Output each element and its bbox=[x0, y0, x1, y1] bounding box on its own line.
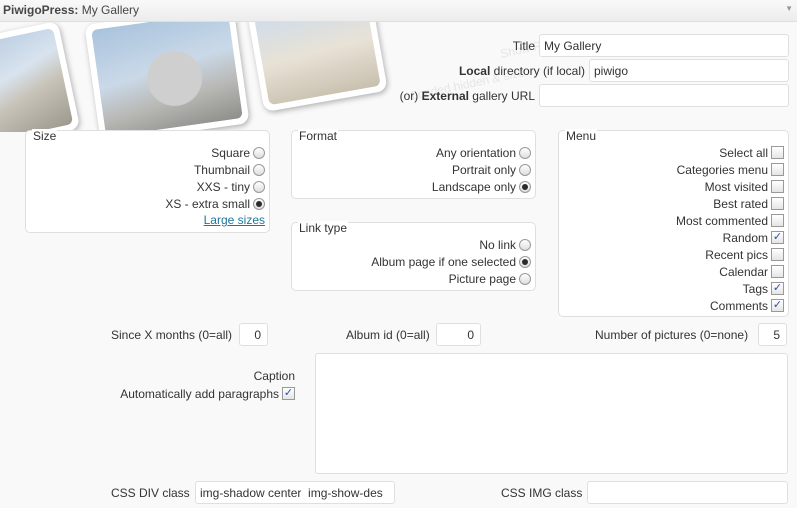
menu-fieldset: Menu Select all Categories menu Most vis… bbox=[558, 129, 789, 317]
menu-tags[interactable]: Tags ✓ bbox=[743, 280, 784, 297]
radio-button[interactable] bbox=[519, 146, 531, 159]
menu-most-commented[interactable]: Most commented bbox=[676, 212, 784, 229]
since-months-label: Since X months (0=all) bbox=[111, 328, 233, 342]
radio-button[interactable] bbox=[519, 238, 531, 251]
collapse-arrow-icon[interactable]: ▼ bbox=[785, 4, 793, 13]
format-option-portrait[interactable]: Portrait only bbox=[452, 161, 531, 178]
checkbox-checked[interactable]: ✓ bbox=[771, 299, 784, 312]
size-legend: Size bbox=[32, 129, 58, 143]
since-months-input[interactable] bbox=[239, 323, 268, 346]
local-directory-label: Local directory (if local) bbox=[458, 64, 585, 78]
css-img-class-label: CSS IMG class bbox=[501, 486, 583, 500]
menu-legend: Menu bbox=[565, 129, 598, 143]
external-url-input[interactable] bbox=[539, 84, 789, 107]
size-fieldset: Size Square Thumbnail XXS - tiny XS - ex… bbox=[25, 129, 270, 233]
link-option-album[interactable]: Album page if one selected bbox=[371, 253, 531, 270]
radio-button[interactable] bbox=[519, 272, 531, 285]
decor-photo-tower bbox=[84, 22, 250, 132]
format-option-any[interactable]: Any orientation bbox=[436, 144, 531, 161]
caption-label: Caption bbox=[253, 369, 295, 383]
external-url-label: (or) External gallery URL bbox=[399, 89, 535, 103]
checkbox[interactable] bbox=[771, 146, 784, 159]
local-directory-input[interactable] bbox=[589, 59, 789, 82]
menu-recent-pics[interactable]: Recent pics bbox=[705, 246, 784, 263]
size-option-xxs[interactable]: XXS - tiny bbox=[197, 178, 265, 195]
format-legend: Format bbox=[298, 129, 339, 143]
menu-random[interactable]: Random ✓ bbox=[723, 229, 784, 246]
large-sizes-link[interactable]: Large sizes bbox=[204, 213, 265, 227]
menu-most-visited[interactable]: Most visited bbox=[705, 178, 784, 195]
link-option-picture[interactable]: Picture page bbox=[449, 270, 531, 287]
widget-title: PiwigoPress: My Gallery bbox=[3, 3, 140, 17]
css-div-class-label: CSS DIV class bbox=[111, 486, 190, 500]
menu-select-all[interactable]: Select all bbox=[719, 144, 784, 161]
checkbox-checked[interactable]: ✓ bbox=[771, 231, 784, 244]
checkbox[interactable] bbox=[771, 248, 784, 261]
radio-button[interactable] bbox=[519, 163, 531, 176]
checkbox[interactable] bbox=[771, 265, 784, 278]
menu-calendar[interactable]: Calendar bbox=[719, 263, 784, 280]
link-type-legend: Link type bbox=[298, 221, 349, 235]
title-input[interactable] bbox=[539, 34, 789, 57]
checkbox[interactable] bbox=[771, 180, 784, 193]
radio-button-selected[interactable] bbox=[519, 255, 531, 268]
format-option-landscape[interactable]: Landscape only bbox=[432, 178, 531, 195]
album-id-input[interactable] bbox=[436, 323, 481, 346]
title-label: Title bbox=[512, 39, 535, 53]
checkbox[interactable] bbox=[771, 163, 784, 176]
link-option-none[interactable]: No link bbox=[479, 236, 531, 253]
auto-paragraphs-option[interactable]: Automatically add paragraphs ✓ bbox=[120, 385, 295, 402]
radio-button-selected[interactable] bbox=[253, 197, 265, 210]
format-fieldset: Format Any orientation Portrait only Lan… bbox=[291, 129, 536, 199]
caption-textarea[interactable] bbox=[315, 353, 788, 474]
decor-photo-buildings bbox=[247, 22, 388, 113]
checkbox-checked[interactable]: ✓ bbox=[771, 282, 784, 295]
radio-button-selected[interactable] bbox=[519, 180, 531, 193]
menu-categories[interactable]: Categories menu bbox=[677, 161, 784, 178]
number-of-pictures-input[interactable] bbox=[758, 323, 787, 346]
radio-button[interactable] bbox=[253, 146, 265, 159]
link-type-fieldset: Link type No link Album page if one sele… bbox=[291, 221, 536, 291]
album-id-label: Album id (0=all) bbox=[346, 328, 430, 342]
radio-button[interactable] bbox=[253, 180, 265, 193]
menu-best-rated[interactable]: Best rated bbox=[713, 195, 784, 212]
checkbox[interactable] bbox=[771, 197, 784, 210]
size-option-xs[interactable]: XS - extra small bbox=[165, 195, 265, 212]
checkbox[interactable] bbox=[771, 214, 784, 227]
radio-button[interactable] bbox=[253, 163, 265, 176]
number-of-pictures-label: Number of pictures (0=none) bbox=[595, 328, 749, 342]
css-img-class-input[interactable] bbox=[587, 481, 788, 504]
decor-photo-church bbox=[0, 22, 81, 132]
size-option-thumbnail[interactable]: Thumbnail bbox=[194, 161, 265, 178]
size-option-square[interactable]: Square bbox=[211, 144, 265, 161]
css-div-class-input[interactable] bbox=[195, 481, 395, 504]
widget-header[interactable]: PiwigoPress: My Gallery ▼ bbox=[0, 0, 797, 22]
checkbox-checked[interactable]: ✓ bbox=[282, 387, 295, 400]
menu-comments[interactable]: Comments ✓ bbox=[710, 297, 784, 314]
